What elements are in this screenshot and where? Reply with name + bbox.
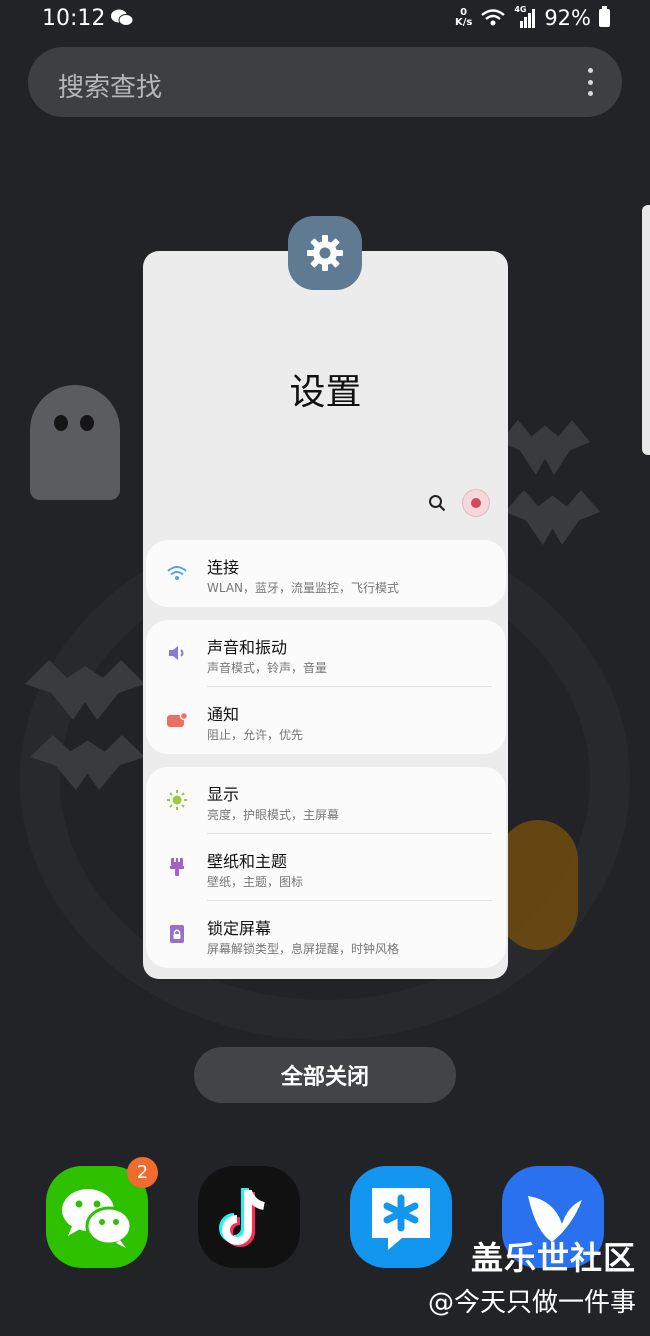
lock-icon <box>166 923 188 945</box>
avatar[interactable] <box>462 489 490 517</box>
speaker-icon <box>166 642 188 664</box>
notification-icon <box>166 709 188 731</box>
list-item-subtitle: 屏幕解锁类型，息屏提醒，时钟风格 <box>207 942 400 956</box>
wechat-notification-icon <box>111 9 133 26</box>
signal-icon: 4G <box>514 5 536 28</box>
network-type: 4G <box>514 5 527 14</box>
list-item-subtitle: 壁纸，主题，图标 <box>207 875 304 889</box>
notification-badge: 2 <box>127 1157 158 1188</box>
list-item[interactable]: 通知 阻止，允许，优先 <box>146 687 506 754</box>
battery-icon <box>599 6 610 27</box>
wifi-status-icon <box>481 9 506 26</box>
list-item-label: 声音和振动 <box>207 638 288 657</box>
ghost-decoration <box>30 385 120 500</box>
list-item-label: 连接 <box>207 558 240 577</box>
tiktok-icon <box>219 1188 265 1247</box>
settings-group-display: 显示 亮度，护眼模式，主屏幕 壁纸和主题 壁纸，主题，图标 锁定屏幕 屏幕解锁类… <box>146 767 506 968</box>
net-speed: 0 K/s <box>455 8 472 28</box>
settings-group-sound: 声音和振动 声音模式，铃声，音量 通知 阻止，允许，优先 <box>146 620 506 754</box>
tim-app[interactable] <box>350 1166 452 1268</box>
watermark-author: @今天只做一件事 <box>427 1288 636 1318</box>
bat-decoration <box>500 420 590 475</box>
status-time: 10:12 <box>42 6 106 31</box>
list-item-label: 通知 <box>207 705 240 724</box>
bat-decoration <box>505 490 600 545</box>
search-icon[interactable] <box>428 494 446 512</box>
list-item-label: 显示 <box>207 785 240 804</box>
list-item-subtitle: 阻止，允许，优先 <box>207 728 304 742</box>
settings-app-icon[interactable] <box>288 216 362 290</box>
more-options-icon[interactable] <box>586 68 594 96</box>
watermark-title: 盖乐世社区 <box>470 1239 636 1277</box>
pumpkin-decoration <box>498 820 578 950</box>
list-item[interactable]: 锁定屏幕 屏幕解锁类型，息屏提醒，时钟风格 <box>146 901 506 968</box>
list-item[interactable]: 壁纸和主题 壁纸，主题，图标 <box>146 834 506 901</box>
settings-group-connections: 连接 WLAN，蓝牙，流量监控，飞行模式 <box>146 540 506 607</box>
page-title: 设置 <box>289 372 362 413</box>
list-item-subtitle: 亮度，护眼模式，主屏幕 <box>207 808 340 822</box>
recents-search-bar[interactable]: 搜索查找 <box>28 47 622 117</box>
brush-icon <box>166 856 188 878</box>
status-bar: 10:12 0 K/s 4G 92% <box>0 0 650 40</box>
edge-panel-handle[interactable] <box>642 205 650 455</box>
net-speed-unit: K/s <box>454 17 473 28</box>
close-all-button[interactable]: 全部关闭 <box>194 1047 456 1103</box>
tim-icon <box>372 1188 430 1250</box>
wifi-icon <box>166 562 188 584</box>
list-item[interactable]: 显示 亮度，护眼模式，主屏幕 <box>146 767 506 834</box>
list-item-label: 锁定屏幕 <box>207 919 272 938</box>
settings-recent-card[interactable]: 设置 连接 WLAN，蓝牙，流量监控，飞行模式 声音和振动 声音模式，铃声，音量… <box>143 251 508 979</box>
list-item-label: 壁纸和主题 <box>207 852 288 871</box>
gear-icon <box>307 235 343 271</box>
list-item-subtitle: WLAN，蓝牙，流量监控，飞行模式 <box>207 581 400 595</box>
list-item[interactable]: 连接 WLAN，蓝牙，流量监控，飞行模式 <box>146 540 506 607</box>
battery-percent: 92% <box>544 6 591 30</box>
list-item[interactable]: 声音和振动 声音模式，铃声，音量 <box>146 620 506 687</box>
search-placeholder: 搜索查找 <box>58 73 163 103</box>
list-item-subtitle: 声音模式，铃声，音量 <box>207 661 328 675</box>
sun-icon <box>166 789 188 811</box>
tiktok-app[interactable] <box>198 1166 300 1268</box>
